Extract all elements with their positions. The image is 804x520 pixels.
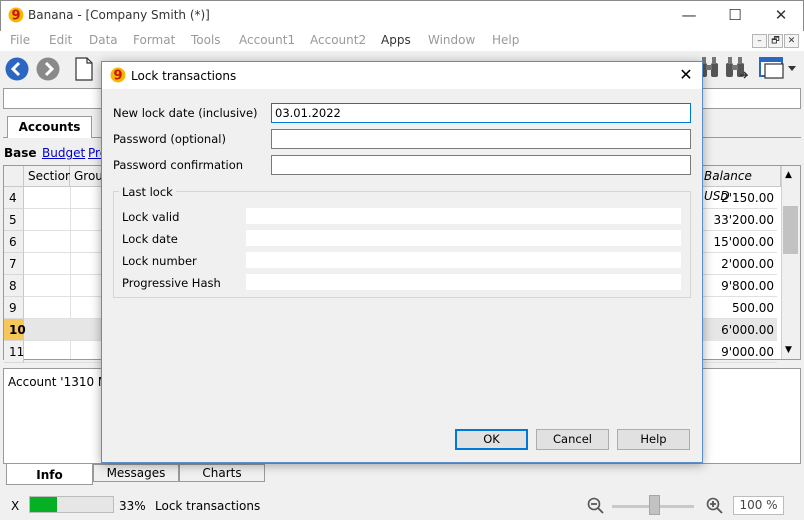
grid-vertical-scrollbar[interactable]	[781, 166, 800, 359]
scroll-down-icon[interactable]: ▼	[785, 345, 792, 355]
row-number[interactable]: 8	[4, 275, 24, 297]
zoom-level[interactable]: 100 %	[733, 496, 784, 515]
view-base[interactable]: Base	[4, 146, 37, 160]
minimize-icon: —	[681, 6, 697, 24]
windows-menu-icon[interactable]	[758, 55, 798, 81]
progressive-hash-value	[246, 274, 681, 290]
banana-logo-icon: 9	[110, 67, 126, 83]
dialog-title: Lock transactions	[131, 69, 237, 83]
zoom-out-icon[interactable]	[587, 497, 604, 514]
row-number[interactable]: 6	[4, 231, 24, 253]
lock-valid-value	[246, 208, 681, 224]
row-number[interactable]: 10	[4, 319, 26, 341]
balance-cell[interactable]: 2'150.00	[700, 187, 774, 209]
tab-info[interactable]: Info	[6, 463, 93, 485]
progressive-hash-label: Progressive Hash	[122, 276, 221, 290]
mdi-restore-button[interactable]: 🗗	[768, 34, 783, 48]
forward-icon[interactable]	[36, 57, 60, 81]
password-label: Password (optional)	[113, 132, 226, 146]
grid-scroll-thumb[interactable]	[783, 206, 798, 254]
tab-accounts[interactable]: Accounts	[7, 116, 92, 138]
column-header-balance[interactable]: Balance USD	[700, 166, 781, 203]
row-header-corner	[4, 166, 24, 187]
maximize-button[interactable]: ☐	[712, 0, 758, 31]
balance-cell[interactable]: 6'000.00	[700, 319, 774, 341]
ok-button[interactable]: OK	[455, 429, 528, 450]
back-icon[interactable]	[5, 57, 29, 81]
new-document-icon[interactable]	[74, 57, 94, 81]
find-next-icon[interactable]	[724, 55, 748, 81]
lock-number-value	[246, 252, 681, 268]
menu-format[interactable]: Format	[133, 33, 175, 47]
menu-file[interactable]: File	[10, 33, 30, 47]
menu-account1[interactable]: Account1	[239, 33, 295, 47]
cancel-button[interactable]: Cancel	[536, 429, 609, 450]
menu-account2[interactable]: Account2	[310, 33, 366, 47]
menu-tools[interactable]: Tools	[191, 33, 221, 47]
zoom-slider-thumb[interactable]	[649, 495, 660, 515]
password-confirmation-input[interactable]	[271, 155, 691, 175]
balance-cell[interactable]: 2'000.00	[700, 253, 774, 275]
balance-cell[interactable]: 500.00	[700, 297, 774, 319]
stop-button[interactable]: X	[11, 499, 19, 513]
banana-logo-icon: 9	[8, 7, 24, 23]
column-header-section[interactable]: Section	[24, 166, 73, 187]
help-button[interactable]: Help	[617, 429, 690, 450]
password-input[interactable]	[271, 129, 691, 149]
progress-fill	[30, 497, 57, 512]
minimize-button[interactable]: —	[666, 0, 712, 31]
row-number[interactable]: 11	[4, 341, 24, 363]
dialog-close-icon[interactable]: ✕	[674, 64, 698, 86]
row-number[interactable]: 5	[4, 209, 24, 231]
svg-text:9: 9	[11, 9, 20, 24]
tab-messages[interactable]: Messages	[93, 464, 179, 482]
lock-number-label: Lock number	[122, 254, 197, 268]
balance-cell[interactable]: 15'000.00	[700, 231, 774, 253]
menu-data[interactable]: Data	[89, 33, 118, 47]
lock-valid-label: Lock valid	[122, 210, 180, 224]
row-number[interactable]: 9	[4, 297, 24, 319]
menu-help[interactable]: Help	[492, 33, 519, 47]
column-header-group[interactable]: Grou	[70, 166, 103, 187]
balance-cell[interactable]: 9'000.00	[700, 341, 774, 363]
zoom-in-icon[interactable]	[706, 497, 723, 514]
maximize-icon: ☐	[728, 6, 742, 24]
password-confirmation-label: Password confirmation	[113, 158, 244, 172]
menu-apps[interactable]: Apps	[381, 33, 411, 47]
scroll-up-icon[interactable]: ▲	[785, 170, 792, 180]
lock-date-info-label: Lock date	[122, 232, 178, 246]
status-message: Lock transactions	[155, 499, 261, 513]
menu-window[interactable]: Window	[428, 33, 475, 47]
lock-date-input[interactable]: 03.01.2022	[271, 103, 691, 123]
view-budget[interactable]: Budget	[42, 146, 85, 160]
balance-cell[interactable]: 9'800.00	[700, 275, 774, 297]
row-number[interactable]: 7	[4, 253, 24, 275]
close-button[interactable]: ✕	[758, 0, 804, 31]
svg-text:9: 9	[113, 69, 122, 84]
last-lock-title: Last lock	[119, 185, 176, 199]
mdi-minimize-button[interactable]: –	[752, 34, 767, 48]
tab-charts[interactable]: Charts	[179, 464, 265, 482]
menu-edit[interactable]: Edit	[49, 33, 72, 47]
row-number[interactable]: 4	[4, 187, 24, 209]
close-icon: ✕	[774, 6, 788, 24]
window-title: Banana - [Company Smith (*)]	[28, 8, 210, 22]
balance-cell[interactable]: 33'200.00	[700, 209, 774, 231]
progress-percent: 33%	[119, 499, 146, 513]
lock-date-value	[246, 230, 681, 246]
lock-date-label: New lock date (inclusive)	[113, 106, 258, 120]
mdi-close-button[interactable]: ✕	[784, 34, 799, 48]
